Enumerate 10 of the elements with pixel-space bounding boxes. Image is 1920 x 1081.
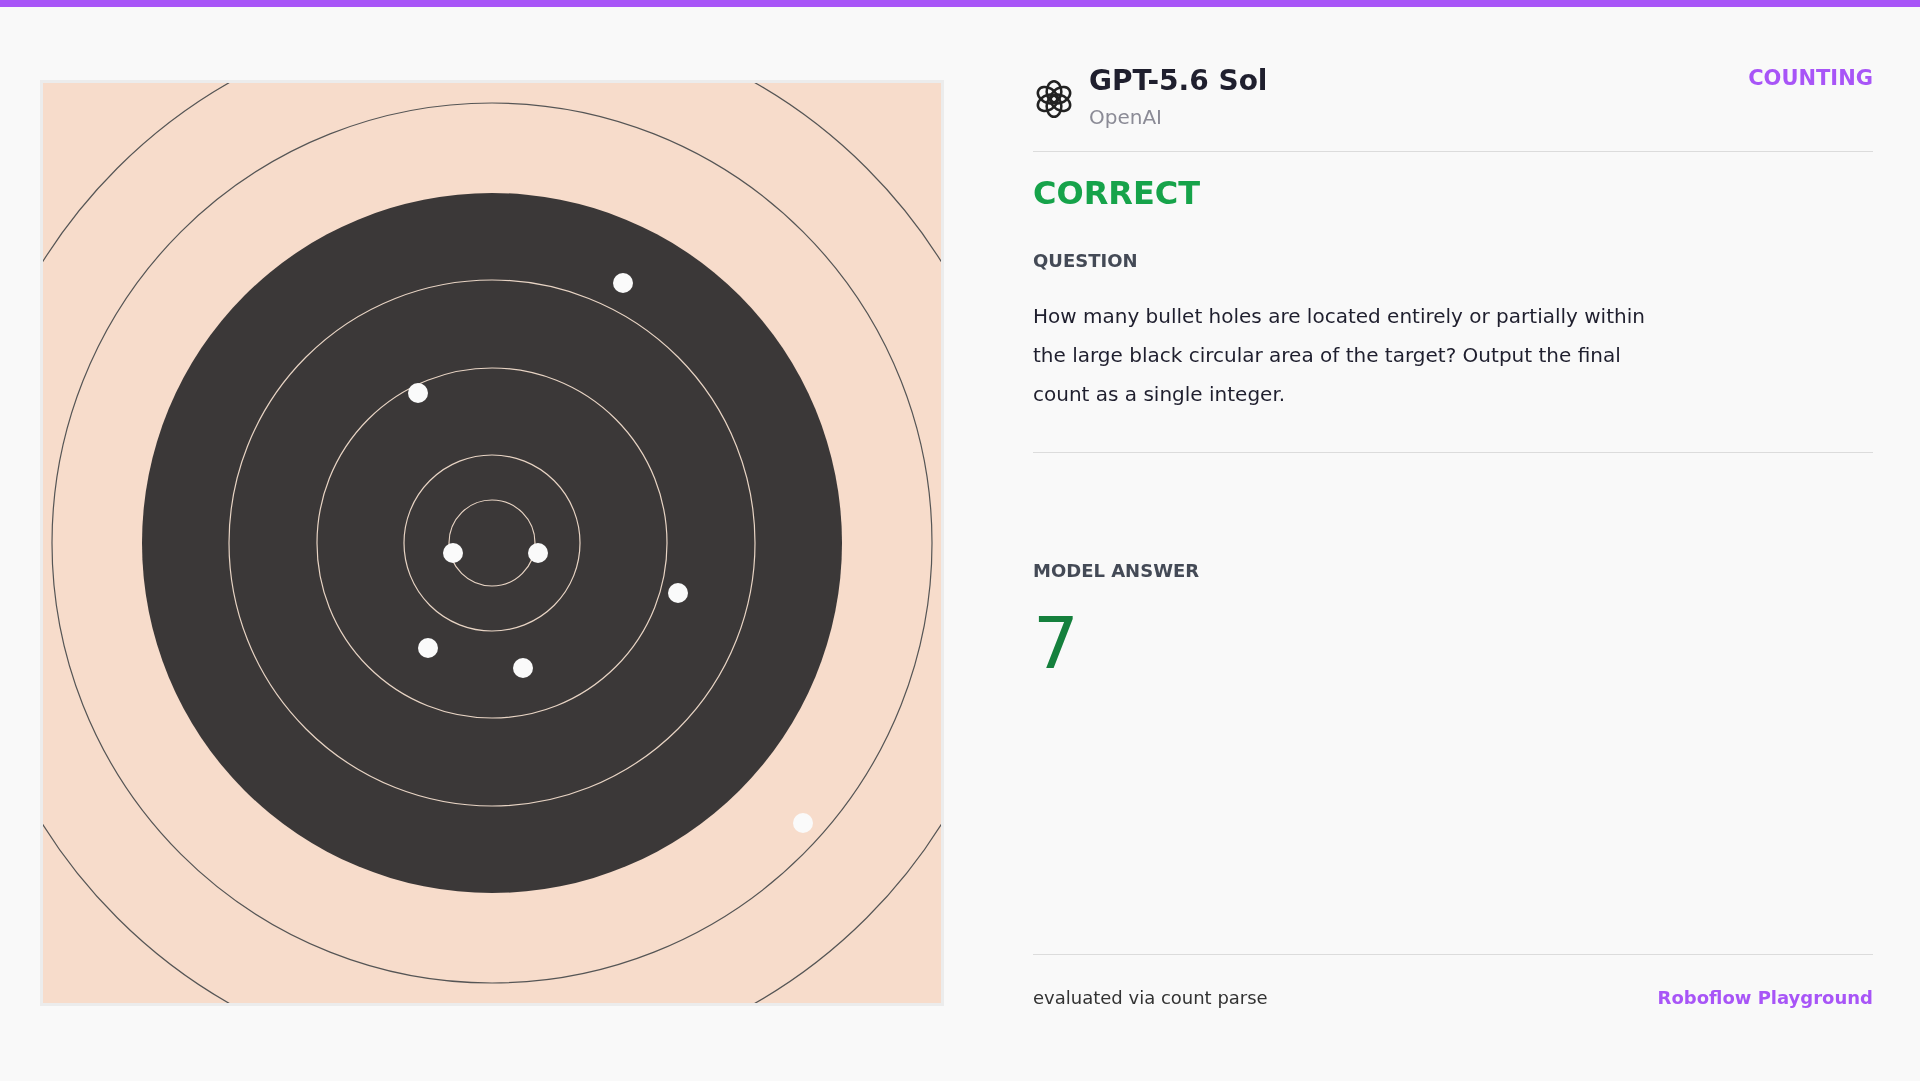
answer-heading: MODEL ANSWER [1033, 560, 1201, 581]
model-name: GPT-5.6 Sol [1089, 64, 1269, 97]
playground-link[interactable]: Roboflow Playground [1657, 987, 1873, 1008]
model-provider: OpenAI [1089, 105, 1163, 129]
question-heading: QUESTION [1033, 250, 1139, 271]
verdict-label: CORRECT [1033, 174, 1202, 212]
evaluation-note: evaluated via count parse [1033, 987, 1268, 1008]
question-text: How many bullet holes are located entirely or partially within the large black circular area of the target? Output the final count as a single integer. [1033, 303, 1646, 408]
category-label: COUNTING [1748, 66, 1873, 90]
model-answer: 7 [1033, 601, 1080, 685]
